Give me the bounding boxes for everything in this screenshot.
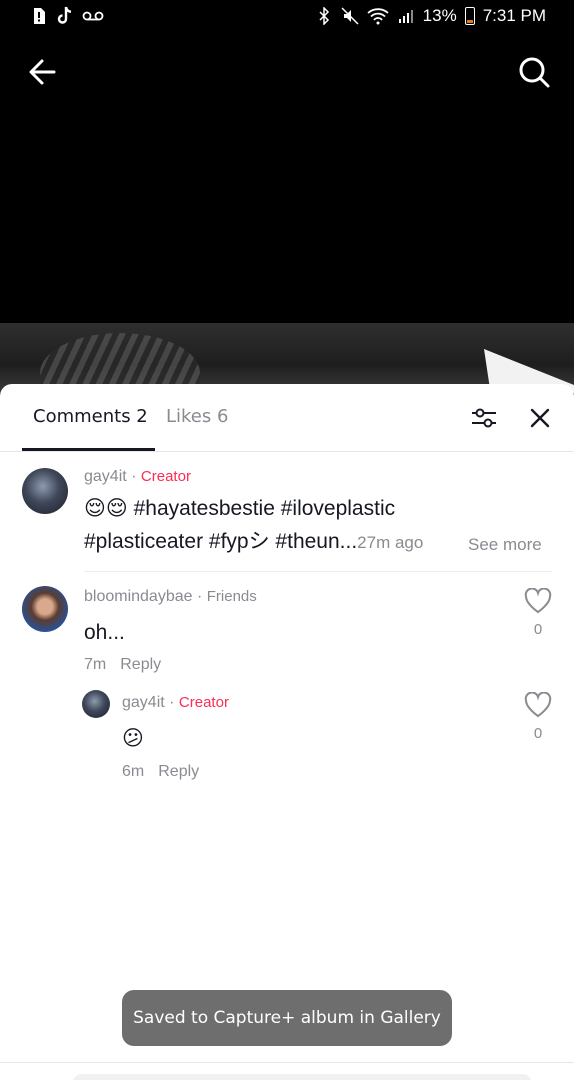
toast-notification: Saved to Capture+ album in Gallery	[122, 990, 452, 1046]
friends-tag: Friends	[206, 588, 257, 605]
heart-icon	[524, 691, 552, 718]
comment-text: 😕	[122, 727, 144, 750]
see-more-button[interactable]: See more	[468, 535, 542, 555]
avatar[interactable]	[22, 468, 68, 514]
back-button[interactable]	[24, 52, 64, 92]
comment-author[interactable]: gay4it · Creator	[84, 468, 191, 486]
comment-item: bloomindaybae · Friends oh... 7m Reply 0	[0, 574, 574, 684]
like-button[interactable]: 0	[523, 691, 553, 742]
creator-tag: Creator	[140, 468, 191, 485]
like-count: 0	[533, 725, 543, 742]
like-count: 0	[533, 621, 543, 638]
username[interactable]: gay4it	[122, 694, 165, 711]
reply-button[interactable]: Reply	[120, 656, 161, 673]
separator: ·	[192, 588, 207, 605]
divider	[84, 571, 552, 572]
comment-text-line: #plasticeater #fypシ #theun...27m ago	[84, 525, 423, 559]
avatar[interactable]	[22, 586, 68, 632]
divider	[0, 1062, 574, 1063]
bluetooth-icon	[315, 6, 333, 26]
battery-percent: 13%	[422, 6, 457, 25]
signal-icon	[397, 6, 415, 26]
battery-icon	[464, 7, 475, 25]
comment-text: #plasticeater #fypシ #theun...	[84, 530, 358, 553]
comment-time: 7m	[84, 656, 107, 673]
tiktok-icon	[56, 6, 74, 26]
arrow-left-icon	[29, 59, 56, 85]
separator: ·	[164, 694, 179, 711]
heart-icon	[524, 587, 552, 614]
search-button[interactable]	[514, 52, 554, 92]
wifi-icon	[367, 6, 389, 26]
like-button[interactable]: 0	[523, 587, 553, 638]
comment-meta: 7m Reply	[84, 656, 161, 674]
comment-time: 6m	[122, 763, 145, 780]
username[interactable]: bloomindaybae	[84, 588, 193, 605]
search-icon	[519, 57, 550, 88]
comment-input[interactable]	[72, 1074, 532, 1080]
username[interactable]: gay4it	[84, 468, 127, 485]
reply-item: gay4it · Creator 😕 6m Reply 0	[0, 684, 574, 794]
avatar[interactable]	[82, 690, 110, 718]
comment-author[interactable]: bloomindaybae · Friends	[84, 588, 257, 606]
video-top-bar	[0, 40, 574, 104]
status-bar: 13% 7:31 PM	[0, 0, 574, 34]
separator: ·	[126, 468, 141, 485]
comments-sheet: Comments 2 Likes 6 gay4it · Creator 😌😌 #…	[0, 384, 574, 1080]
voicemail-icon	[82, 6, 104, 26]
comment-item: gay4it · Creator 😌😌 #hayatesbestie #ilov…	[0, 384, 574, 574]
comment-text-line: 😌😌 #hayatesbestie #iloveplastic	[84, 497, 396, 520]
comment-time: 27m ago	[357, 533, 424, 552]
comment-text: oh...	[84, 621, 125, 644]
reply-button[interactable]: Reply	[158, 763, 199, 780]
comment-author[interactable]: gay4it · Creator	[122, 694, 229, 712]
comment-meta: 6m Reply	[122, 763, 199, 781]
creator-tag: Creator	[178, 694, 229, 711]
mute-icon	[341, 6, 359, 26]
sim-alert-icon	[30, 6, 48, 26]
video-preview[interactable]	[0, 323, 574, 393]
clock: 7:31 PM	[482, 6, 546, 25]
